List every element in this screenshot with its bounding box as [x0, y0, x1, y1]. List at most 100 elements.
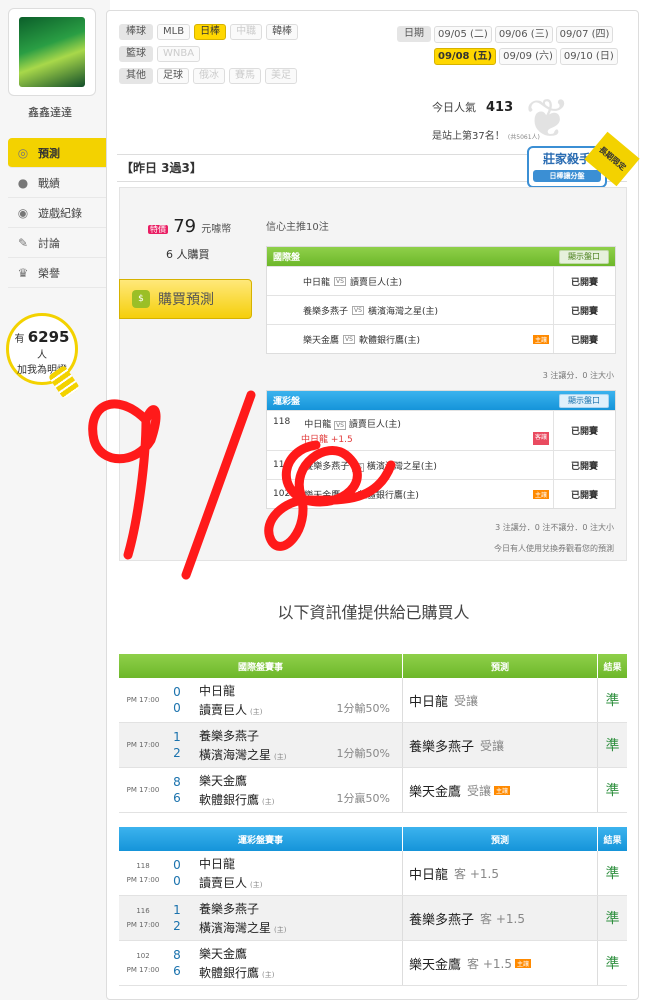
date-chip[interactable]: 09/05 (二) — [434, 25, 492, 43]
result-mark: 準 — [605, 783, 620, 799]
col-header: 運彩盤賽事 — [119, 827, 403, 851]
price-value: 79 — [173, 216, 197, 237]
result-mark: 準 — [605, 866, 620, 882]
date-chip[interactable]: 09/06 (三) — [494, 25, 553, 43]
filter-chip-football: 美足 — [265, 68, 297, 84]
filter-row-other: 其他 足球 俄冰 賽馬 美足 — [119, 65, 389, 87]
status: 已開賽 — [553, 411, 615, 450]
home-team: 軟體銀行鷹 — [199, 793, 260, 807]
avatar[interactable] — [19, 17, 85, 87]
matchup: 養樂多燕子 VS 橫濱海灣之星(主) — [267, 296, 553, 324]
status: 已開賽 — [553, 296, 615, 324]
filter-chip-npb[interactable]: 日棒 — [194, 24, 227, 40]
show-odds-button[interactable]: 顯示盤口 — [559, 249, 609, 264]
result-row: PM 17:00 00 中日龍 讀賣巨人 (主) 1分輸50% 中日龍 受讓 準 — [119, 678, 627, 723]
home-score: 6 — [173, 791, 181, 805]
bet-outcome: 1分贏50% — [336, 792, 390, 805]
away-team: 養樂多燕子 — [304, 461, 350, 472]
table-row: 養樂多燕子 VS 橫濱海灣之星(主) 已開賽 — [267, 295, 615, 324]
result-mark: 準 — [605, 693, 620, 709]
game-time: 116 PM 17:00 — [119, 896, 167, 940]
menu-item-predict[interactable]: ◎ 預測 — [8, 138, 110, 168]
time-text: PM 17:00 — [126, 921, 160, 929]
intl-note: 3 注讓分．0 注大小 — [542, 371, 614, 380]
game-time: 118 PM 17:00 — [119, 851, 167, 895]
record-icon: ◉ — [17, 205, 29, 220]
away-team: 中日龍 — [303, 277, 331, 288]
results-header: 運彩盤賽事 預測 結果 — [119, 827, 627, 851]
menu-label: 戰績 — [38, 176, 60, 190]
fans-prefix: 有 — [14, 334, 25, 345]
pick-team: 養樂多燕子 — [409, 739, 475, 755]
sports-results-table: 運彩盤賽事 預測 結果 118 PM 17:00 00 中日龍 讀賣巨人 (主) 中日… — [119, 827, 627, 986]
menu-item-discuss[interactable]: ✎ 討論 — [8, 228, 110, 258]
home-team: 讀賣巨人(主) — [349, 277, 402, 288]
home-team: 橫濱海灣之星 — [199, 748, 272, 762]
matchup: 102 樂天金鷹 VS 軟體銀行鷹(主) 主讓 — [267, 480, 553, 508]
pick-tag: 主讓 — [494, 785, 511, 795]
game-number: 118 — [136, 862, 150, 870]
handicap-tag: 主讓 — [532, 489, 549, 499]
handicap-tag: 主讓 — [532, 334, 549, 344]
vs-icon: VS — [334, 276, 346, 286]
vs-icon: VS — [334, 420, 346, 430]
pick-cell: 樂天金鷹 受讓 主讓 — [403, 768, 598, 812]
pick-type: 客 +1.5 — [480, 911, 525, 926]
buy-prediction-button[interactable]: $ 購買預測 — [119, 279, 252, 319]
page: 鑫鑫達達 ◎ 預測 ● 戰績 ◉ 遊戲紀錄 ✎ 討論 ♛ 榮譽 有 6295 人 加我為明… — [0, 0, 659, 1000]
date-chip[interactable]: 09/07 (四) — [555, 25, 614, 43]
menu-item-honor[interactable]: ♛ 榮譽 — [8, 258, 110, 288]
sports-table: 運彩盤 顯示盤口 118 中日龍 VS 讀賣巨人(主) 中日龍 +1.5 客讓 已開… — [266, 390, 616, 509]
popularity-label: 今日人氣 — [432, 101, 476, 114]
home-team: 橫濱海灣之星 — [199, 921, 272, 935]
result-mark: 準 — [605, 911, 620, 927]
filter-row-baseball: 棒球 MLB 日棒 中職 韓棒 — [119, 21, 389, 43]
filter-chip-soccer[interactable]: 足球 — [157, 68, 189, 84]
date-row-2: 09/08 (五) 09/09 (六) 09/10 (日) — [397, 45, 629, 67]
teams: 養樂多燕子 橫濱海灣之星 (主) — [187, 723, 286, 767]
username[interactable]: 鑫鑫達達 — [0, 104, 100, 120]
result-row: PM 17:00 86 樂天金鷹 軟體銀行鷹 (主) 1分贏50% 樂天金鷹 受讓 主讓… — [119, 768, 627, 813]
info-notice: 以下資訊僅提供給已購買人 — [277, 603, 470, 622]
sidebar-menu: ◎ 預測 ● 戰績 ◉ 遊戲紀錄 ✎ 討論 ♛ 榮譽 — [8, 138, 110, 288]
status: 已開賽 — [553, 451, 615, 479]
result-mark: 準 — [605, 738, 620, 754]
menu-label: 討論 — [38, 236, 60, 250]
show-odds-button[interactable]: 顯示盤口 — [559, 393, 609, 408]
away-team: 樂天金鷹 — [199, 774, 248, 788]
time-text: PM 17:00 — [126, 696, 160, 704]
pick-team: 中日龍 — [409, 867, 449, 883]
line-row: 中日龍 +1.5 客讓 — [273, 431, 553, 445]
date-chip-selected[interactable]: 09/08 (五) — [434, 47, 497, 65]
handicap-tag: 客讓 — [532, 431, 549, 445]
home-team: 讀賣巨人 — [199, 876, 248, 890]
buyer-count: 6 人購買 — [166, 248, 210, 261]
vs-icon: VS — [352, 305, 364, 315]
sports-note: 3 注讓分．0 注不讓分．0 注大小 — [495, 523, 614, 532]
date-chip[interactable]: 09/09 (六) — [499, 47, 557, 65]
avatar-frame[interactable] — [8, 8, 96, 96]
result-row: 116 PM 17:00 12 養樂多燕子 橫濱海灣之星 (主) 養樂多燕子客 +1.… — [119, 896, 627, 941]
vs-icon: VS — [343, 491, 355, 501]
popularity-value: 413 — [486, 100, 514, 115]
game-number: 102 — [136, 952, 150, 960]
pick-tag: 主讓 — [514, 958, 531, 968]
pick-cell: 養樂多燕子客 +1.5 — [403, 896, 598, 940]
away-team: 養樂多燕子 — [199, 729, 260, 743]
status: 已開賽 — [553, 325, 615, 353]
prediction-card: 特價 79 元噱幣 6 人購買 $ 購買預測 信心主推10注 國際盤 顯示盤口 … — [119, 187, 627, 561]
edit-icon: ✎ — [17, 235, 29, 250]
home-team: 軟體銀行鷹(主) — [357, 490, 419, 501]
menu-item-game-log[interactable]: ◉ 遊戲紀錄 — [8, 198, 110, 228]
vs-icon: VS — [352, 462, 364, 472]
intl-table: 國際盤 顯示盤口 中日龍 VS 讀賣巨人(主) 已開賽 養樂多燕子 VS 橫濱海灣之星(… — [266, 246, 616, 354]
filter-chip-kbo[interactable]: 韓棒 — [266, 24, 299, 40]
date-chip[interactable]: 09/10 (日) — [559, 47, 618, 65]
filter-chip-mlb[interactable]: MLB — [157, 24, 191, 40]
game-time: PM 17:00 — [119, 723, 167, 767]
menu-item-record[interactable]: ● 戰績 — [8, 168, 110, 198]
pick-team: 樂天金鷹 — [409, 957, 462, 973]
filter-row-basketball: 籃球 WNBA — [119, 43, 389, 65]
pick-team: 樂天金鷹 — [409, 784, 462, 800]
main-panel: 棒球 MLB 日棒 中職 韓棒 籃球 WNBA 其他 足球 俄冰 賽馬 美足 日… — [106, 10, 640, 1000]
